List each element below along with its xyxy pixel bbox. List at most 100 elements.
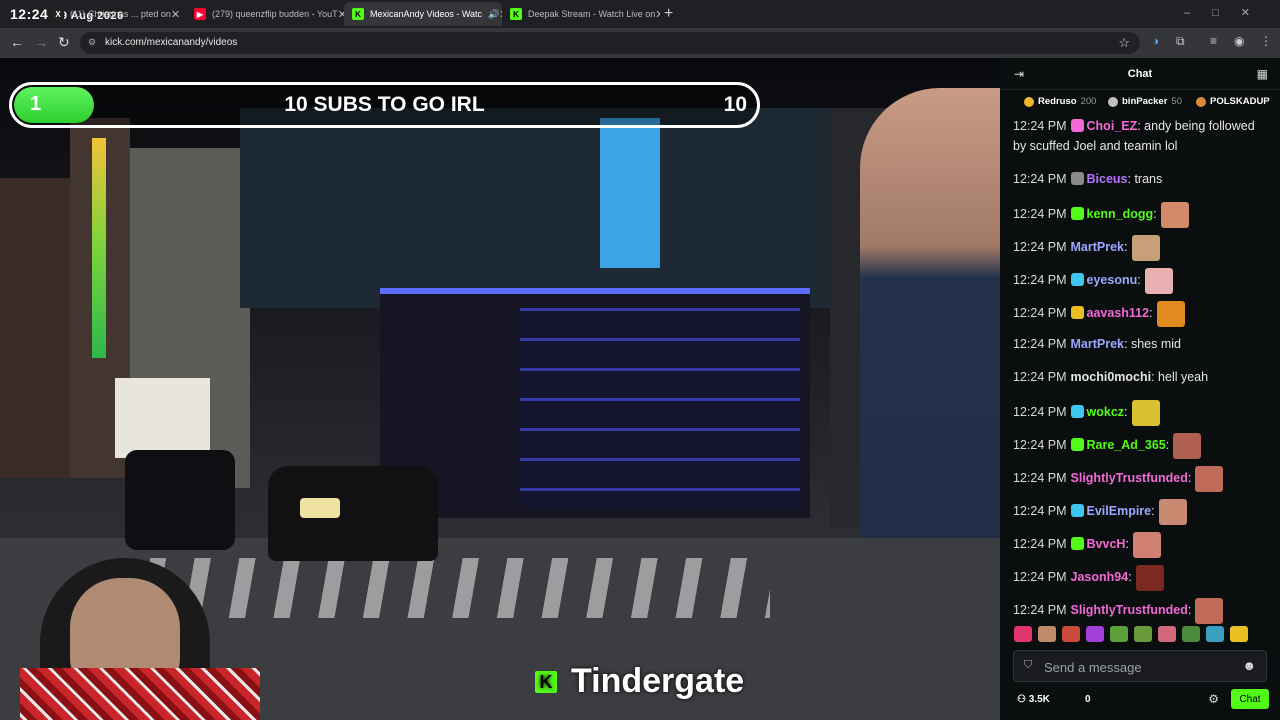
close-icon[interactable]: ✕ xyxy=(171,8,180,21)
chat-message: 12:24 PM SlightlyTrustfunded: xyxy=(1013,466,1269,492)
close-icon[interactable]: ✕ xyxy=(655,8,660,21)
tab-title: (279) queenzflip budden - YouT xyxy=(212,9,338,19)
tab-1[interactable]: X (11) Christmas ... pted on ✕ xyxy=(44,2,184,26)
message-text: : xyxy=(1125,537,1129,552)
message-time: 12:24 PM xyxy=(1013,405,1067,420)
message-username[interactable]: kenn_dogg xyxy=(1087,207,1154,221)
message-username[interactable]: BvvcH xyxy=(1087,537,1126,551)
taxi xyxy=(268,466,438,561)
emote-icon[interactable] xyxy=(1038,626,1056,642)
message-text: : xyxy=(1153,207,1157,222)
chat-message-input[interactable] xyxy=(1044,658,1234,676)
chat-message: 12:24 PM wokcz: xyxy=(1013,400,1269,426)
chat-emote-icon xyxy=(1173,433,1202,459)
window-controls[interactable]: –□✕ xyxy=(1184,6,1272,19)
message-username[interactable]: Biceus xyxy=(1087,172,1128,186)
tab-3-active[interactable]: K MexicanAndy Videos - Watc 🔊 ✕ xyxy=(344,2,502,26)
message-username[interactable]: Jasonh94 xyxy=(1071,570,1129,584)
chat-users-icon[interactable]: ▦ xyxy=(1257,67,1268,81)
channel-points[interactable]: 0 xyxy=(1085,694,1091,705)
message-username[interactable]: aavash112 xyxy=(1087,306,1150,320)
translate-icon[interactable]: ◑ xyxy=(1152,34,1159,48)
chat-message: 12:24 PM kenn_dogg: xyxy=(1013,202,1269,228)
message-username[interactable]: eyesonu xyxy=(1087,273,1138,287)
chat-emote-icon xyxy=(1131,235,1160,261)
new-tab-button[interactable]: + xyxy=(664,5,673,23)
emote-icon[interactable] xyxy=(1086,626,1104,642)
message-username[interactable]: SlightlyTrustfunded xyxy=(1071,471,1188,485)
chat-message: 12:24 PM MartPrek: xyxy=(1013,235,1269,261)
message-username[interactable]: SlightlyTrustfunded xyxy=(1071,603,1188,617)
chat-title: Chat xyxy=(1127,68,1153,80)
message-text: : xyxy=(1124,240,1128,255)
speaker-icon[interactable]: 🔊 xyxy=(488,9,499,20)
chat-emote-icon xyxy=(1135,565,1164,591)
extensions-icon[interactable]: ⧉ xyxy=(1176,34,1185,49)
chat-emote-icon xyxy=(1131,400,1160,426)
emote-icon[interactable] xyxy=(1110,626,1128,642)
url-text: kick.com/mexicanandy/videos xyxy=(105,37,238,48)
emote-icon[interactable] xyxy=(1062,626,1080,642)
leader-item[interactable]: binPacker 50 xyxy=(1108,96,1182,107)
forward-icon[interactable]: → xyxy=(34,34,48,50)
message-username[interactable]: Rare_Ad_365 xyxy=(1087,438,1166,452)
video-player[interactable]: 1 10 SUBS TO GO IRL 10 K Tindergate xyxy=(0,58,1000,720)
user-badge-icon xyxy=(1070,207,1084,221)
emote-icon[interactable] xyxy=(1134,626,1152,642)
message-text: : xyxy=(1187,471,1192,486)
tab-2[interactable]: ▶ (279) queenzflip budden - YouT ✕ xyxy=(186,2,344,26)
message-text: : xyxy=(1137,273,1141,288)
message-username[interactable]: MartPrek xyxy=(1071,337,1125,351)
site-info-icon[interactable]: ⚙ xyxy=(88,37,98,47)
chat-emote-icon xyxy=(1156,301,1185,327)
chat-emote-icon xyxy=(1195,598,1224,624)
user-badge-icon xyxy=(1070,405,1084,419)
emote-icon[interactable] xyxy=(1206,626,1224,642)
glass-tower xyxy=(240,108,840,308)
emote-icon[interactable] xyxy=(1230,626,1248,642)
leader-name: binPacker xyxy=(1122,96,1168,107)
chat-settings-icon[interactable]: ⚙ xyxy=(1208,692,1219,706)
lit-storefront xyxy=(115,378,210,458)
user-badge-icon xyxy=(1070,273,1084,287)
message-time: 12:24 PM xyxy=(1013,172,1067,186)
profile-icon[interactable]: ◉ xyxy=(1234,34,1244,48)
kick-icon: K xyxy=(352,8,364,20)
media-icon[interactable]: ≡ xyxy=(1210,34,1217,48)
clock-time: 12:24 xyxy=(10,6,49,22)
tab-4[interactable]: K Deepak Stream - Watch Live on ✕ xyxy=(502,2,660,26)
shield-icon: ⛉ xyxy=(1024,659,1033,671)
chat-send-button[interactable]: Chat xyxy=(1231,689,1269,709)
menu-icon[interactable]: ⋮ xyxy=(1260,34,1272,48)
leader-item[interactable]: Redruso 200 xyxy=(1024,96,1096,107)
message-text: : trans xyxy=(1127,172,1163,186)
back-icon[interactable]: ← xyxy=(10,34,24,50)
tab-title: Deepak Stream - Watch Live on xyxy=(528,9,656,19)
emote-icon[interactable] xyxy=(1014,626,1032,642)
user-badge-icon xyxy=(1070,172,1084,185)
emoji-picker-icon[interactable]: ☻ xyxy=(1242,658,1256,673)
url-field[interactable]: ⚙ kick.com/mexicanandy/videos ☆ xyxy=(80,32,1140,54)
sub-goal-title: 10 SUBS TO GO IRL xyxy=(284,93,485,116)
emote-icon[interactable] xyxy=(1182,626,1200,642)
user-badge-icon xyxy=(1070,537,1084,551)
message-username[interactable]: mochi0mochi xyxy=(1071,370,1152,384)
leader-item[interactable]: POLSKADUP xyxy=(1196,96,1274,107)
emote-icon[interactable] xyxy=(1158,626,1176,642)
message-username[interactable]: wokcz xyxy=(1087,405,1125,419)
plaid-shirt xyxy=(20,668,260,720)
bookmark-star-icon[interactable]: ☆ xyxy=(1118,35,1130,51)
reload-icon[interactable]: ↻ xyxy=(58,34,70,51)
chat-message: 12:24 PM EvilEmpire: xyxy=(1013,499,1269,525)
chat-emote-icon xyxy=(1160,202,1189,228)
message-username[interactable]: MartPrek xyxy=(1071,240,1125,254)
message-text: : xyxy=(1151,504,1155,519)
message-username[interactable]: EvilEmpire xyxy=(1087,504,1152,518)
leader-name: POLSKADUP xyxy=(1210,96,1270,107)
chat-input-box[interactable]: ⛉ ☻ xyxy=(1013,650,1267,682)
message-username[interactable]: Choi_EZ xyxy=(1087,119,1138,133)
message-time: 12:24 PM xyxy=(1013,337,1067,351)
browser-tab-bar: 12:24 19 Aug 2026 X (11) Christmas ... pt… xyxy=(0,0,1280,28)
kick-logo-icon: K xyxy=(535,670,557,693)
viewer-count: ⚇ 3.5K xyxy=(1017,694,1050,705)
